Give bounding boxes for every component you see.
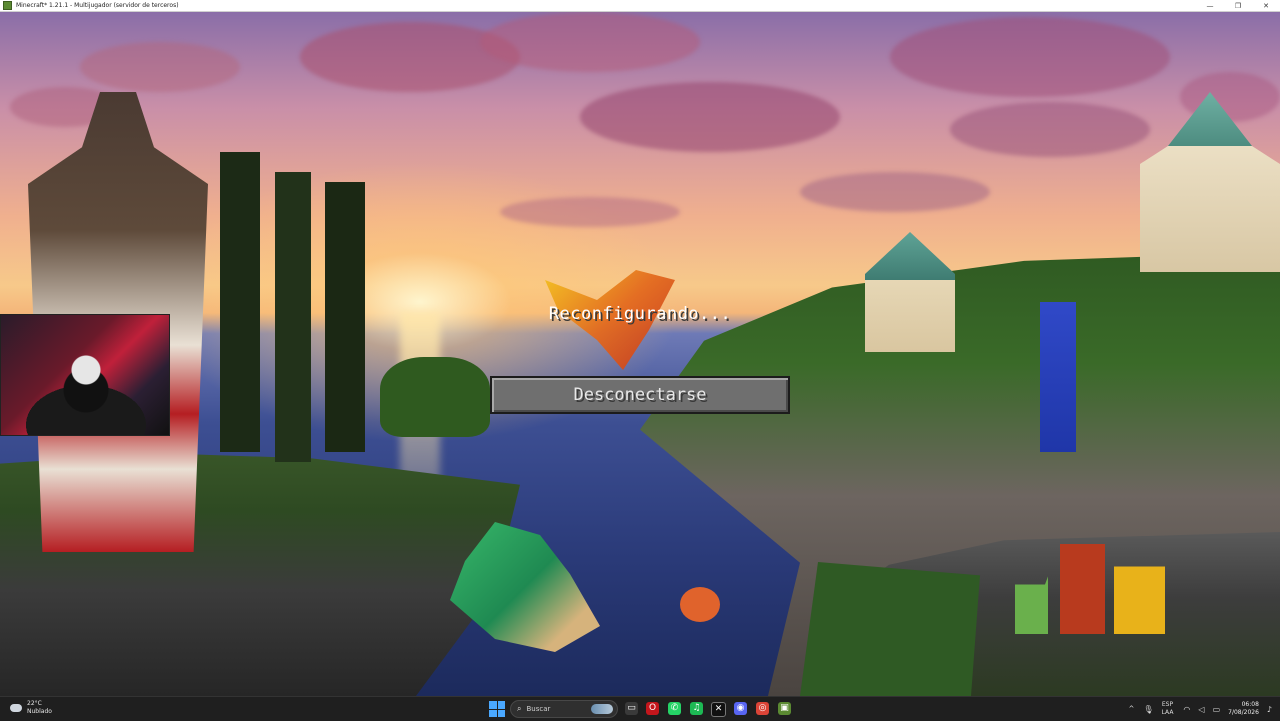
cloud [80, 42, 240, 92]
opera-icon[interactable]: O [646, 702, 659, 715]
wifi-icon[interactable]: ◠ [1183, 705, 1190, 714]
cloud [950, 102, 1150, 157]
minecraft-taskbar-icon[interactable]: ▣ [778, 702, 791, 715]
tree [380, 357, 490, 437]
cloud-icon [10, 704, 22, 712]
keyboard-language[interactable]: ESP LAA [1162, 701, 1174, 717]
system-tray: ^ 🎙 ESP LAA ◠ ◁ ▭ 06:08 7/08/2026 ♪ [1129, 697, 1280, 721]
close-button[interactable]: ✕ [1252, 0, 1280, 11]
weather-widget[interactable]: 22°C Nublado [10, 700, 52, 716]
windows-logo-icon [489, 701, 497, 709]
search-highlight-icon [591, 704, 613, 714]
castle-dome [865, 232, 955, 352]
task-view-icon[interactable]: ▭ [625, 702, 638, 715]
search-icon: ⌕ [517, 704, 522, 713]
cloud [480, 12, 700, 72]
language-code: ESP [1161, 701, 1174, 708]
cloud [500, 197, 680, 227]
streamer-avatar-image [0, 314, 170, 436]
fish-creature [680, 587, 720, 622]
tree [220, 152, 260, 452]
capcut-icon[interactable]: ✕ [711, 702, 726, 717]
chrome-icon[interactable]: ◎ [756, 702, 769, 715]
clock-time: 06:08 [1241, 701, 1259, 708]
microphone-icon[interactable]: 🎙 [1143, 705, 1153, 714]
castle-right [1140, 92, 1280, 272]
maximize-button[interactable]: ❐ [1224, 0, 1252, 11]
cloud [800, 172, 990, 212]
cloud [580, 82, 840, 152]
clock-date: 7/08/2026 [1228, 709, 1259, 716]
disconnect-button[interactable]: Desconectarse [490, 376, 790, 414]
discord-icon[interactable]: ◉ [734, 702, 747, 715]
minimize-button[interactable]: — [1196, 0, 1224, 11]
start-button[interactable] [489, 701, 505, 717]
minecraft-icon [3, 1, 12, 10]
spotify-icon[interactable]: ♫ [690, 702, 703, 715]
tray-overflow-chevron[interactable]: ^ [1129, 705, 1135, 713]
search-placeholder: Buscar [526, 705, 551, 713]
waterfall [1040, 302, 1076, 452]
window-title: Minecraft* 1.21.1 - Multijugador (servid… [16, 2, 179, 9]
layout-code: LAA [1161, 709, 1174, 716]
notification-bell-icon[interactable]: ♪ [1267, 705, 1272, 714]
game-viewport: Reconfigurando... Desconectarse [0, 12, 1280, 696]
bottom-right-grass [800, 562, 980, 696]
cloud [890, 17, 1170, 97]
windows-taskbar: 22°C Nublado ⌕ Buscar ▭ O ✆ ♫ ✦ ✕ ◉ ◎ ▣ … [0, 696, 1280, 721]
whatsapp-icon[interactable]: ✆ [668, 702, 681, 715]
taskbar-clock[interactable]: 06:08 7/08/2026 [1228, 701, 1259, 717]
reconfiguring-status: Reconfigurando... [548, 304, 732, 324]
weather-condition: Nublado [27, 708, 52, 715]
window-controls: — ❐ ✕ [1196, 0, 1280, 11]
battery-icon[interactable]: ▭ [1213, 705, 1221, 714]
taskbar-search[interactable]: ⌕ Buscar [510, 700, 618, 718]
volume-icon[interactable]: ◁ [1198, 705, 1204, 714]
window-titlebar: Minecraft* 1.21.1 - Multijugador (servid… [0, 0, 1280, 12]
weather-temperature: 22°C [27, 700, 42, 707]
